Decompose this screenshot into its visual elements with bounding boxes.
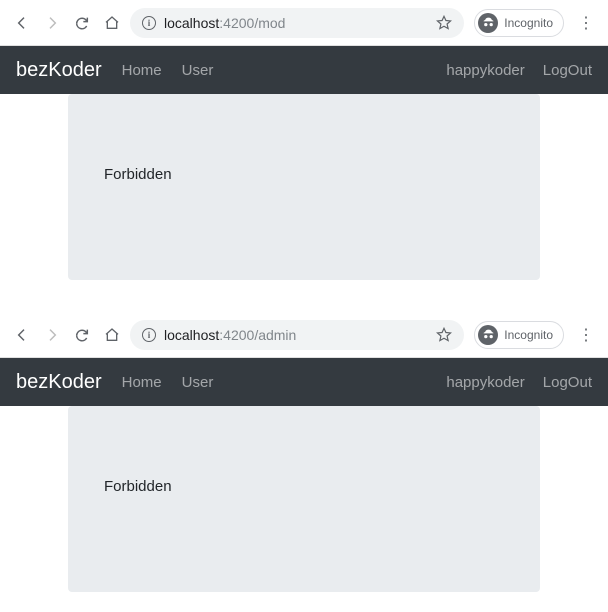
nav-links-left: Home User (122, 62, 447, 79)
back-icon[interactable] (14, 15, 30, 31)
nav-links-right: happykoder LogOut (446, 62, 592, 79)
incognito-label: Incognito (504, 328, 553, 342)
address-bar[interactable]: i localhost:4200/mod (130, 8, 464, 38)
toolbar-right: Incognito ⋮ (474, 9, 600, 37)
brand-logo[interactable]: bezKoder (16, 59, 102, 82)
home-icon[interactable] (104, 15, 120, 31)
app-navbar: bezKoder Home User happykoder LogOut (0, 46, 608, 94)
nav-link-username[interactable]: happykoder (446, 374, 524, 391)
nav-button-group (8, 15, 120, 31)
site-info-icon[interactable]: i (142, 16, 156, 30)
url-text: localhost:4200/admin (164, 327, 428, 343)
forbidden-message: Forbidden (104, 166, 172, 183)
nav-link-home[interactable]: Home (122, 62, 162, 79)
browser-toolbar: i localhost:4200/admin Incognito ⋮ (0, 312, 608, 358)
incognito-badge[interactable]: Incognito (474, 9, 564, 37)
address-bar[interactable]: i localhost:4200/admin (130, 320, 464, 350)
page-content: Forbidden (0, 406, 608, 612)
nav-links-right: happykoder LogOut (446, 374, 592, 391)
incognito-icon (478, 13, 498, 33)
incognito-label: Incognito (504, 16, 553, 30)
browser-toolbar: i localhost:4200/mod Incognito ⋮ (0, 0, 608, 46)
toolbar-right: Incognito ⋮ (474, 321, 600, 349)
nav-button-group (8, 327, 120, 343)
back-icon[interactable] (14, 327, 30, 343)
reload-icon[interactable] (74, 327, 90, 343)
browser-window-1: i localhost:4200/mod Incognito ⋮ bezKode… (0, 0, 608, 300)
message-card: Forbidden (68, 406, 540, 592)
app-navbar: bezKoder Home User happykoder LogOut (0, 358, 608, 406)
brand-logo[interactable]: bezKoder (16, 371, 102, 394)
forward-icon[interactable] (44, 15, 60, 31)
nav-link-logout[interactable]: LogOut (543, 62, 592, 79)
incognito-badge[interactable]: Incognito (474, 321, 564, 349)
nav-link-logout[interactable]: LogOut (543, 374, 592, 391)
nav-link-user[interactable]: User (182, 374, 214, 391)
menu-dots-icon[interactable]: ⋮ (572, 13, 600, 33)
nav-links-left: Home User (122, 374, 447, 391)
message-card: Forbidden (68, 94, 540, 280)
nav-link-user[interactable]: User (182, 62, 214, 79)
home-icon[interactable] (104, 327, 120, 343)
forward-icon[interactable] (44, 327, 60, 343)
nav-link-username[interactable]: happykoder (446, 62, 524, 79)
site-info-icon[interactable]: i (142, 328, 156, 342)
url-text: localhost:4200/mod (164, 15, 428, 31)
browser-window-2: i localhost:4200/admin Incognito ⋮ bezKo… (0, 312, 608, 612)
menu-dots-icon[interactable]: ⋮ (572, 325, 600, 345)
nav-link-home[interactable]: Home (122, 374, 162, 391)
forbidden-message: Forbidden (104, 478, 172, 495)
incognito-icon (478, 325, 498, 345)
reload-icon[interactable] (74, 15, 90, 31)
bookmark-star-icon[interactable] (436, 327, 452, 343)
page-content: Forbidden (0, 94, 608, 300)
bookmark-star-icon[interactable] (436, 15, 452, 31)
